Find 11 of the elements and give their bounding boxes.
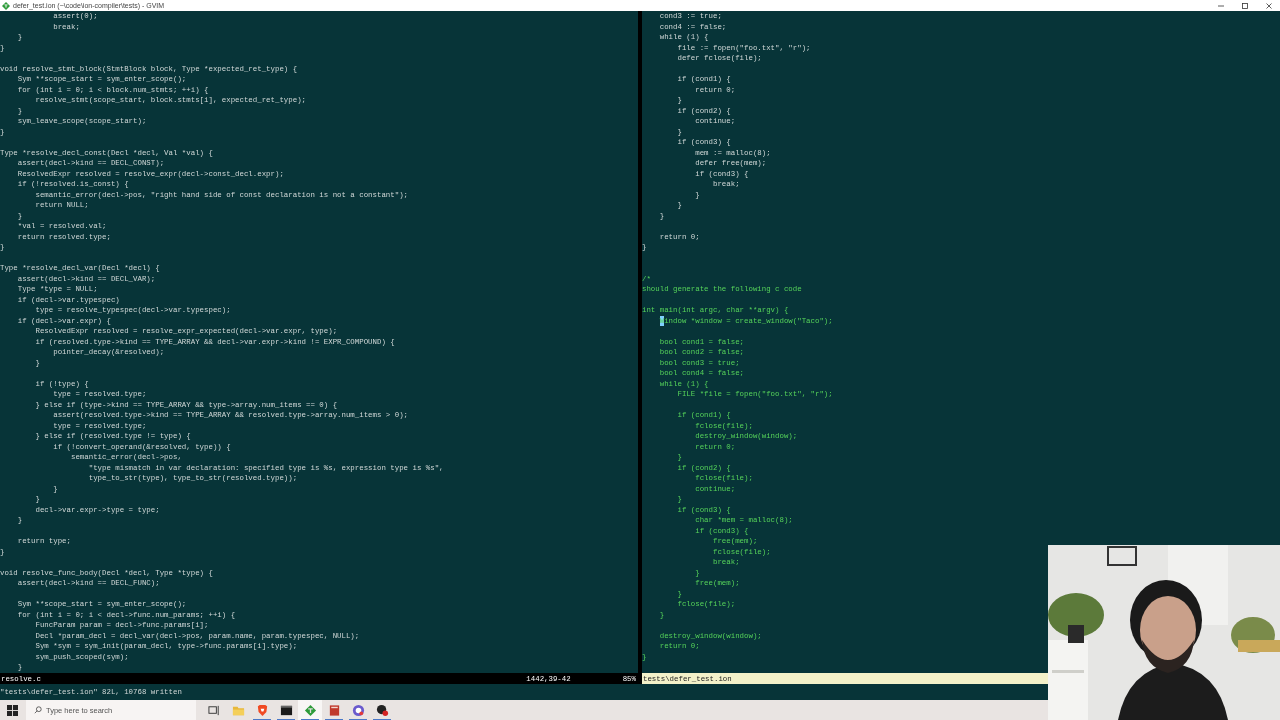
- close-icon[interactable]: [1264, 0, 1274, 11]
- book-icon: [327, 703, 341, 717]
- maximize-icon[interactable]: [1240, 0, 1250, 11]
- terminal-icon: [279, 703, 293, 717]
- windows-logo-icon[interactable]: [7, 704, 18, 716]
- editor-icon: [303, 703, 317, 717]
- shield-icon: [255, 703, 269, 717]
- task-view-icon: [207, 703, 221, 717]
- chat-icon: [351, 703, 365, 717]
- search-icon: [34, 706, 42, 714]
- ball-icon: [375, 703, 389, 717]
